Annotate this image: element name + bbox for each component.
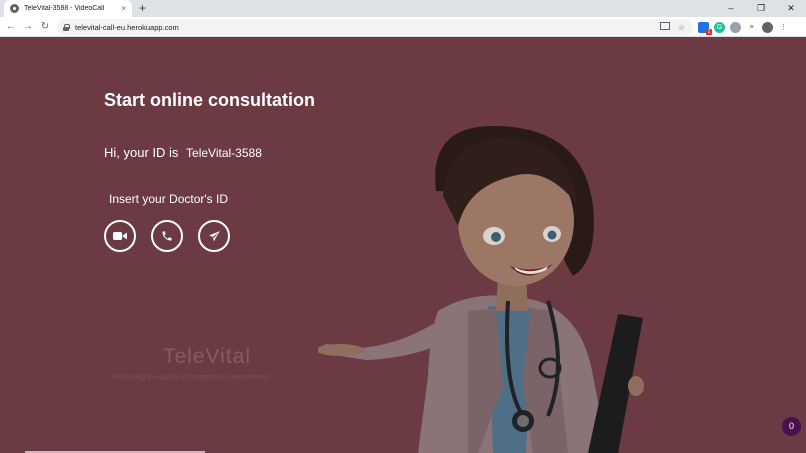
phone-icon: [162, 231, 172, 241]
browser-toolbar: ← → ↻ televital-call-eu.herokuapp.com ☆ …: [0, 17, 806, 37]
voice-call-button[interactable]: [151, 220, 183, 252]
playlist-icon[interactable]: ≡: [746, 21, 757, 33]
chat-counter-button[interactable]: 0: [782, 417, 801, 436]
new-tab-button[interactable]: +: [136, 2, 149, 15]
video-call-button[interactable]: [104, 220, 136, 252]
url-text[interactable]: televital-call-eu.herokuapp.com: [75, 23, 660, 32]
send-icon: [208, 230, 220, 241]
reload-button[interactable]: ↻: [38, 20, 52, 34]
address-bar[interactable]: televital-call-eu.herokuapp.com ☆: [57, 19, 693, 35]
grammarly-icon[interactable]: G: [714, 21, 725, 33]
brand-logo-text: TeleVital: [163, 345, 251, 368]
doctor-id-input[interactable]: Insert your Doctor's ID: [109, 192, 228, 206]
brand-tagline: Enhancing the quality of contactless mea…: [112, 374, 269, 381]
bookmark-star-icon[interactable]: ☆: [678, 23, 685, 32]
profile-avatar[interactable]: [762, 21, 773, 33]
tab-favicon-icon: [10, 4, 19, 13]
minimize-button[interactable]: –: [716, 0, 746, 17]
restore-button[interactable]: ❐: [746, 0, 776, 17]
back-button[interactable]: ←: [4, 20, 18, 34]
extension-icon[interactable]: 1: [698, 21, 712, 35]
id-prefix-label: Hi, your ID is: [104, 145, 179, 160]
extensions-area: 1 G ≡ ⋮: [698, 20, 789, 35]
call-actions: [104, 220, 230, 252]
extension-gear-icon[interactable]: [730, 21, 741, 33]
send-message-button[interactable]: [198, 220, 230, 252]
video-icon: [113, 232, 127, 240]
close-window-button[interactable]: ✕: [776, 0, 806, 17]
video-call-page: Start online consultation Hi, your ID is…: [0, 38, 806, 453]
window-controls: – ❐ ✕: [716, 0, 806, 17]
browser-tab[interactable]: TeleVital-3588 - VideoCall ×: [4, 0, 132, 17]
forward-button[interactable]: →: [21, 20, 35, 34]
tab-close-icon[interactable]: ×: [121, 4, 126, 13]
user-id-line: Hi, your ID is TeleVital-3588: [104, 145, 262, 160]
doctor-illustration: [318, 126, 644, 453]
cast-icon[interactable]: [659, 22, 670, 32]
browser-tab-strip: TeleVital-3588 - VideoCall × + – ❐ ✕: [0, 0, 806, 17]
page-title: Start online consultation: [104, 90, 316, 110]
extension-badge: 1: [706, 28, 712, 35]
tab-title: TeleVital-3588 - VideoCall: [24, 5, 105, 12]
user-id-value: TeleVital-3588: [186, 146, 262, 160]
lock-icon[interactable]: [63, 23, 70, 31]
menu-kebab-icon[interactable]: ⋮: [778, 21, 789, 33]
